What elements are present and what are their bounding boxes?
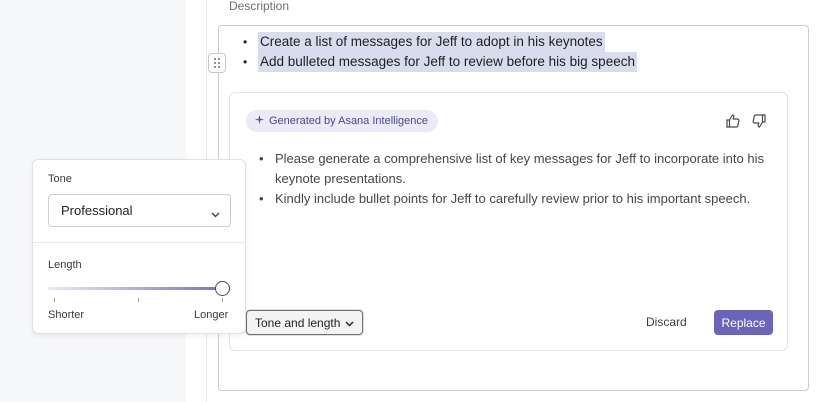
tone-label: Tone xyxy=(48,173,72,185)
tone-length-popover: Tone Professional Length Shorter Longer xyxy=(32,159,246,334)
length-label: Length xyxy=(48,259,82,271)
slider-tick xyxy=(138,298,139,302)
list-item: • Kindly include bullet points for Jeff … xyxy=(255,189,775,209)
thumbs-up-icon[interactable] xyxy=(725,113,743,131)
length-slider-thumb[interactable] xyxy=(215,281,230,296)
thumbs-down-icon[interactable] xyxy=(751,113,769,131)
ai-suggestion-card: Generated by Asana Intelligence • Please… xyxy=(229,92,788,351)
list-item: • Please generate a comprehensive list o… xyxy=(255,149,775,189)
ai-item-text: Please generate a comprehensive list of … xyxy=(275,151,764,186)
bullet-text[interactable]: Create a list of messages for Jeff to ad… xyxy=(258,32,605,52)
slider-tick xyxy=(222,298,223,302)
description-bullets: • Create a list of messages for Jeff to … xyxy=(243,32,637,72)
bullet-text[interactable]: Add bulleted messages for Jeff to review… xyxy=(258,52,637,72)
replace-button[interactable]: Replace xyxy=(714,310,773,335)
bullet-dot: • xyxy=(259,151,264,166)
tone-select[interactable]: Professional xyxy=(48,194,231,227)
chevron-down-icon xyxy=(345,316,354,330)
bullet-dot: • xyxy=(243,35,248,49)
ai-item-text: Kindly include bullet points for Jeff to… xyxy=(275,191,751,206)
sparkle-icon xyxy=(254,114,265,128)
length-max-label: Longer xyxy=(194,309,229,321)
tone-and-length-label: Tone and length xyxy=(255,315,341,330)
list-item[interactable]: • Add bulleted messages for Jeff to revi… xyxy=(243,52,637,72)
length-slider-track[interactable] xyxy=(48,287,222,290)
ai-suggestion-list: • Please generate a comprehensive list o… xyxy=(255,149,775,209)
description-label: Description xyxy=(229,0,290,13)
bullet-dot: • xyxy=(259,191,264,206)
ai-generated-badge: Generated by Asana Intelligence xyxy=(246,110,439,132)
ai-badge-label: Generated by Asana Intelligence xyxy=(269,115,429,127)
popover-divider xyxy=(33,242,245,243)
discard-button[interactable]: Discard xyxy=(646,315,687,329)
slider-tick xyxy=(54,298,55,302)
length-min-label: Shorter xyxy=(48,309,85,321)
tone-and-length-button[interactable]: Tone and length xyxy=(246,310,364,335)
chevron-down-icon xyxy=(211,206,220,221)
bullet-dot: • xyxy=(243,55,248,69)
tone-select-value: Professional xyxy=(61,203,133,218)
list-item[interactable]: • Create a list of messages for Jeff to … xyxy=(243,32,637,52)
drag-handle-icon[interactable] xyxy=(208,53,226,73)
